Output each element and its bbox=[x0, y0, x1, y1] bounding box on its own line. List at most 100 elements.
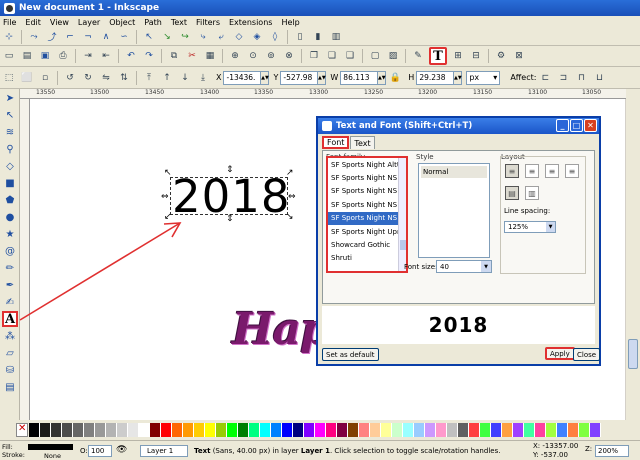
color-swatch[interactable] bbox=[315, 423, 326, 437]
color-swatch[interactable] bbox=[381, 423, 392, 437]
font-family-item[interactable]: Shruti bbox=[328, 252, 400, 265]
color-swatch[interactable] bbox=[447, 423, 458, 437]
scrollbar-thumb[interactable] bbox=[628, 339, 638, 369]
style-list[interactable]: Normal bbox=[418, 163, 490, 258]
dialog-title: Text and Font (Shift+Ctrl+T) bbox=[336, 121, 473, 131]
tab-font[interactable]: Font bbox=[322, 136, 350, 149]
horizontal-text-button[interactable]: ▤ bbox=[505, 186, 519, 200]
apply-button[interactable]: Apply bbox=[545, 347, 575, 360]
color-swatch[interactable] bbox=[73, 423, 84, 437]
color-swatch[interactable] bbox=[370, 423, 381, 437]
font-list-scrollbar[interactable] bbox=[398, 158, 406, 271]
color-swatch[interactable] bbox=[260, 423, 271, 437]
color-swatch[interactable] bbox=[425, 423, 436, 437]
color-swatch[interactable] bbox=[579, 423, 590, 437]
eye-icon[interactable]: 👁 bbox=[116, 445, 127, 455]
color-swatch[interactable] bbox=[172, 423, 183, 437]
font-family-item[interactable]: SF Sports Night NS A bbox=[328, 185, 400, 198]
color-swatch[interactable] bbox=[480, 423, 491, 437]
vertical-scrollbar[interactable] bbox=[626, 89, 640, 420]
line-spacing-combo[interactable]: 125% ▼ bbox=[504, 221, 556, 233]
color-swatch[interactable] bbox=[216, 423, 227, 437]
color-swatch[interactable] bbox=[238, 423, 249, 437]
style-item[interactable]: Normal bbox=[421, 166, 487, 178]
font-family-item[interactable]: SF Sports Night Upri bbox=[328, 225, 400, 238]
color-swatch[interactable] bbox=[326, 423, 337, 437]
color-swatch[interactable] bbox=[51, 423, 62, 437]
set-as-default-button[interactable]: Set as default bbox=[322, 348, 379, 361]
color-swatch[interactable] bbox=[139, 423, 150, 437]
tab-text[interactable]: Text bbox=[350, 136, 375, 149]
zoom-label: Z: bbox=[585, 445, 593, 453]
align-center-button[interactable]: ≡ bbox=[525, 164, 539, 178]
color-swatch[interactable] bbox=[304, 423, 315, 437]
color-swatch[interactable] bbox=[491, 423, 502, 437]
color-swatch[interactable] bbox=[227, 423, 238, 437]
color-swatch[interactable] bbox=[205, 423, 216, 437]
layer-select[interactable]: Layer 1 bbox=[140, 445, 188, 457]
color-swatch[interactable] bbox=[392, 423, 403, 437]
stroke-value[interactable]: None bbox=[44, 452, 61, 460]
align-right-button[interactable]: ≡ bbox=[545, 164, 559, 178]
color-swatch[interactable] bbox=[436, 423, 447, 437]
color-swatch[interactable] bbox=[337, 423, 348, 437]
maximize-icon[interactable]: □ bbox=[570, 119, 583, 132]
close-button[interactable]: Close bbox=[573, 348, 601, 361]
color-swatch[interactable] bbox=[84, 423, 95, 437]
color-swatch[interactable] bbox=[359, 423, 370, 437]
font-size-combo[interactable]: 40 ▼ bbox=[436, 260, 492, 273]
color-swatch[interactable] bbox=[293, 423, 304, 437]
color-swatch[interactable] bbox=[183, 423, 194, 437]
font-family-item[interactable]: Showcard Gothic bbox=[328, 238, 400, 251]
font-family-list[interactable]: SF Sports Night AltU SF Sports Night NS … bbox=[326, 156, 408, 273]
color-swatch[interactable] bbox=[282, 423, 293, 437]
color-swatch[interactable] bbox=[106, 423, 117, 437]
color-swatch[interactable] bbox=[469, 423, 480, 437]
no-paint-swatch[interactable] bbox=[16, 423, 28, 437]
color-swatch[interactable] bbox=[62, 423, 73, 437]
color-swatch[interactable] bbox=[513, 423, 524, 437]
color-swatch[interactable] bbox=[271, 423, 282, 437]
color-swatch[interactable] bbox=[524, 423, 535, 437]
text-font-dialog: Text and Font (Shift+Ctrl+T) _ □ ✕ Font … bbox=[316, 116, 601, 366]
color-swatch[interactable] bbox=[249, 423, 260, 437]
color-swatch[interactable] bbox=[40, 423, 51, 437]
color-swatch[interactable] bbox=[403, 423, 414, 437]
color-swatch[interactable] bbox=[161, 423, 172, 437]
minimize-icon[interactable]: _ bbox=[556, 119, 569, 132]
fill-swatch[interactable] bbox=[28, 444, 73, 450]
color-swatch[interactable] bbox=[535, 423, 546, 437]
font-family-item[interactable]: SF Sports Night NS bbox=[328, 171, 400, 184]
color-swatch[interactable] bbox=[29, 423, 40, 437]
color-swatch[interactable] bbox=[348, 423, 359, 437]
dialog-title-bar[interactable]: Text and Font (Shift+Ctrl+T) _ □ ✕ bbox=[318, 118, 599, 134]
color-swatch[interactable] bbox=[568, 423, 579, 437]
chevron-down-icon[interactable]: ▼ bbox=[546, 222, 555, 232]
color-swatch[interactable] bbox=[150, 423, 161, 437]
color-swatch[interactable] bbox=[117, 423, 128, 437]
color-swatch[interactable] bbox=[557, 423, 568, 437]
chevron-down-icon[interactable]: ▼ bbox=[481, 261, 491, 272]
style-label: Style bbox=[416, 153, 434, 161]
status-message: Text (Sans, 40.00 px) in layer Layer 1. … bbox=[194, 447, 501, 455]
color-swatch[interactable] bbox=[194, 423, 205, 437]
font-family-item[interactable]: SF Sports Night NS A bbox=[328, 198, 400, 211]
scrollbar-thumb[interactable] bbox=[400, 240, 406, 250]
vertical-text-button[interactable]: ▥ bbox=[525, 186, 539, 200]
font-family-item[interactable]: SF Sports Night AltU bbox=[328, 158, 400, 171]
align-justify-button[interactable]: ≡ bbox=[565, 164, 579, 178]
close-icon[interactable]: ✕ bbox=[584, 119, 597, 132]
color-swatch[interactable] bbox=[128, 423, 139, 437]
font-family-item-selected[interactable]: SF Sports Night NS U bbox=[328, 211, 400, 225]
color-swatch[interactable] bbox=[502, 423, 513, 437]
color-swatch[interactable] bbox=[414, 423, 425, 437]
zoom-input[interactable]: 200% bbox=[595, 445, 629, 457]
align-left-button[interactable]: ≡ bbox=[505, 164, 519, 178]
color-swatch[interactable] bbox=[458, 423, 469, 437]
status-bar: Fill: Stroke: None O: 100 👁 Layer 1 Text… bbox=[0, 440, 640, 460]
font-preview: 2018 bbox=[322, 306, 595, 344]
color-swatch[interactable] bbox=[546, 423, 557, 437]
color-swatch[interactable] bbox=[95, 423, 106, 437]
color-swatch[interactable] bbox=[590, 423, 601, 437]
opacity-input[interactable]: 100 bbox=[88, 445, 112, 457]
